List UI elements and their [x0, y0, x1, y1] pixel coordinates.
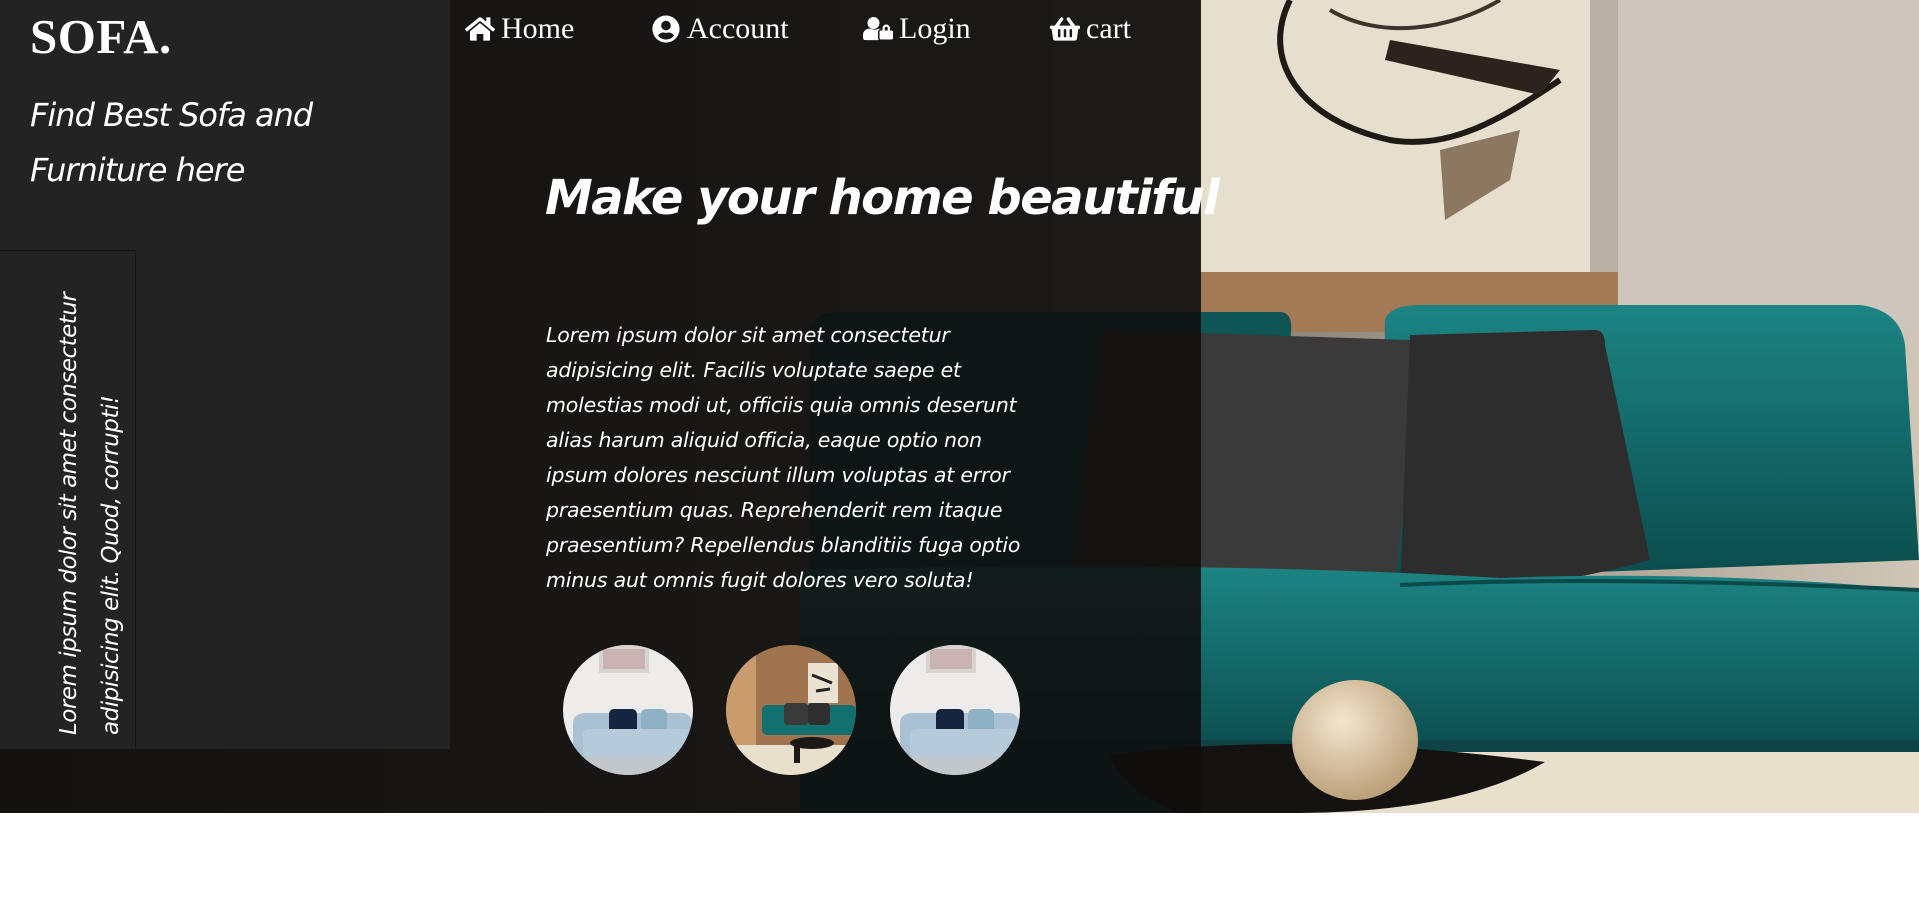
nav-label: Account [687, 12, 789, 45]
nav-label: Login [899, 12, 971, 45]
divider [0, 250, 135, 251]
nav-item-login[interactable]: Login [863, 12, 971, 46]
nav-item-cart[interactable]: cart [1050, 12, 1131, 46]
thumbnail-living-room-teal[interactable] [726, 645, 856, 775]
side-vertical-text: Lorem ipsum dolor sit amet consectetur a… [56, 292, 124, 735]
hero-body-text: Lorem ipsum dolor sit amet consectetur a… [546, 323, 1021, 592]
user-circle-icon [652, 15, 680, 43]
hero-section: SOFA. Find Best Sofa and Furniture here … [0, 0, 1919, 813]
shopping-basket-icon [1050, 17, 1080, 41]
user-lock-icon [863, 17, 893, 41]
thumbnail-living-room-blue[interactable] [890, 645, 1020, 775]
nav-label: cart [1086, 12, 1131, 45]
nav-item-home[interactable]: Home [465, 12, 574, 46]
home-icon [465, 17, 495, 41]
divider [135, 250, 136, 749]
nav-label: Home [501, 12, 575, 45]
thumbnail-living-room-blue[interactable] [563, 645, 693, 775]
side-vertical-text-container: Lorem ipsum dolor sit amet consectetur a… [48, 255, 128, 735]
tagline: Find Best Sofa and Furniture here [30, 96, 313, 189]
nav-item-account[interactable]: Account [651, 12, 789, 46]
hero-headline: Make your home beautiful [545, 170, 1220, 226]
brand-logo[interactable]: SOFA. [30, 8, 172, 65]
